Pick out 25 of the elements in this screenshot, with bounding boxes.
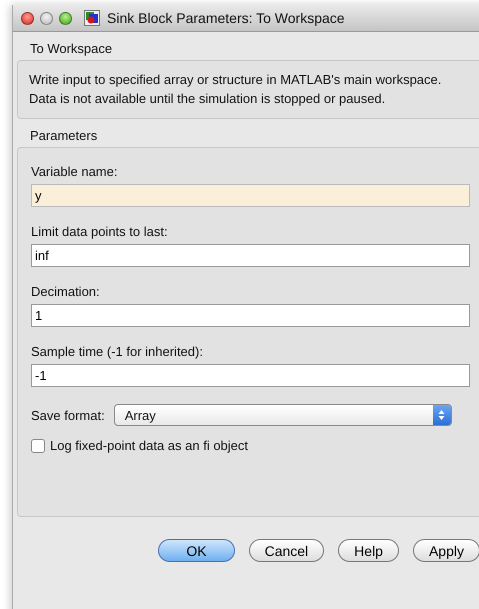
zoom-button[interactable] [59, 12, 72, 24]
section-title: To Workspace [29, 40, 114, 58]
checkbox[interactable] [31, 438, 45, 452]
dialog-button[interactable]: Help [338, 539, 399, 562]
dialog-button[interactable]: Cancel [248, 539, 324, 562]
stepper-icon [438, 409, 446, 421]
description-text: Write input to specified array or structure in MATLAB's main workspace. Data is not available until the simulation is stopped or paused. [29, 71, 442, 108]
dropdown[interactable]: Array [114, 404, 452, 426]
input-field[interactable]: y [31, 184, 470, 207]
dialog-button[interactable]: Apply [412, 539, 479, 562]
input-field[interactable]: inf [31, 244, 470, 267]
block-icon [84, 10, 100, 26]
input-field[interactable]: 1 [31, 304, 470, 327]
field-label: Variable name: [31, 164, 118, 179]
field-label: Decimation: [31, 284, 101, 299]
field-label: Sample time (-1 for inherited): [31, 344, 204, 359]
close-button[interactable] [21, 12, 34, 24]
field-label: Save format: [31, 408, 105, 422]
window-title: Sink Block Parameters: To Workspace [107, 10, 345, 26]
input-field[interactable]: -1 [31, 364, 470, 387]
dialog-button[interactable]: OK [158, 539, 235, 562]
checkbox-label: Log fixed-point data as an fi object [50, 438, 248, 453]
field-label: Limit data points to last: [31, 224, 169, 239]
minimize-button[interactable] [40, 12, 53, 24]
section-title: Parameters [29, 127, 98, 145]
